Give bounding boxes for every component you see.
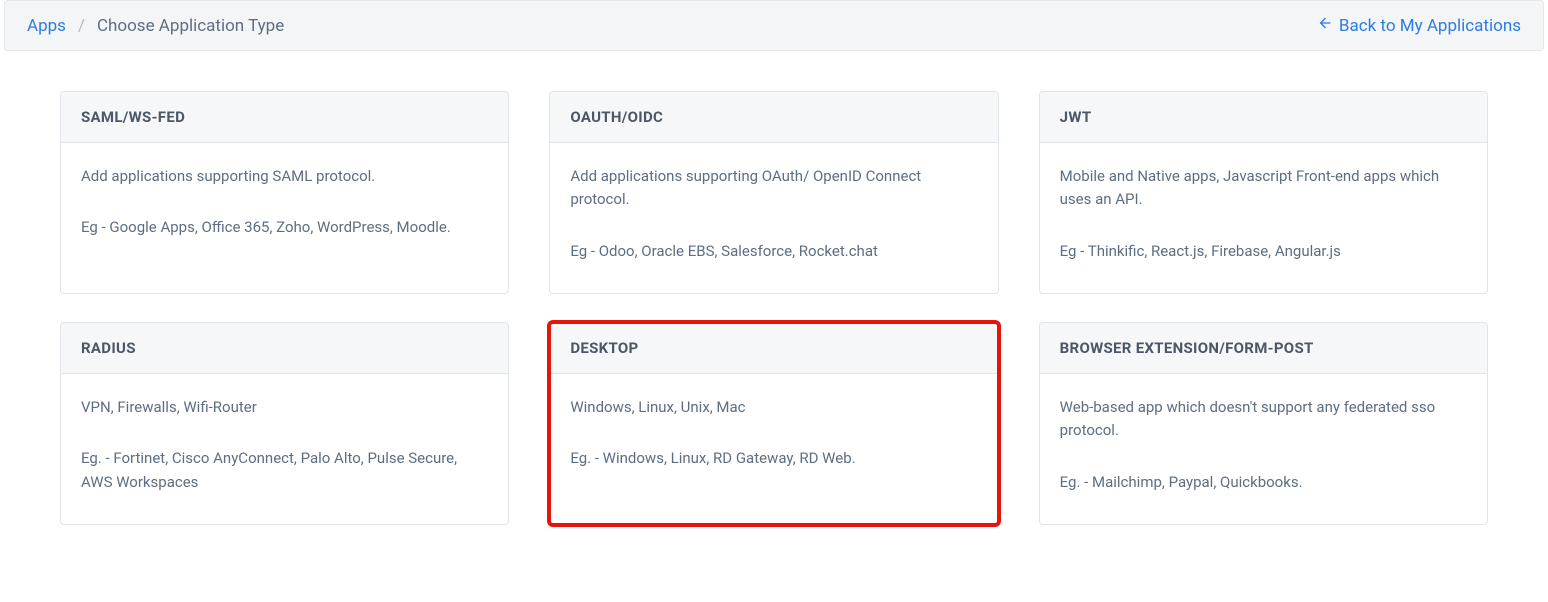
breadcrumb: Apps / Choose Application Type: [27, 16, 284, 36]
card-description: Mobile and Native apps, Javascript Front…: [1060, 165, 1467, 212]
card-body: Web-based app which doesn't support any …: [1040, 374, 1487, 524]
app-type-card[interactable]: BROWSER EXTENSION/FORM-POST Web-based app…: [1039, 322, 1488, 525]
card-description: Add applications supporting SAML protoco…: [81, 165, 488, 188]
app-type-card[interactable]: DESKTOP Windows, Linux, Unix, Mac Eg. - Wi…: [549, 322, 998, 525]
card-title: OAUTH/OIDC: [550, 92, 997, 143]
app-type-card[interactable]: SAML/WS-FED Add applications supporting S…: [60, 91, 509, 294]
back-to-applications-link[interactable]: Back to My Applications: [1317, 15, 1521, 36]
card-description: Add applications supporting OAuth/ OpenI…: [570, 165, 977, 212]
app-type-grid: SAML/WS-FED Add applications supporting S…: [60, 91, 1488, 525]
app-type-card[interactable]: JWT Mobile and Native apps, Javascript Fr…: [1039, 91, 1488, 294]
card-title: RADIUS: [61, 323, 508, 374]
card-body: Windows, Linux, Unix, Mac Eg. - Windows, …: [550, 374, 997, 524]
app-type-card[interactable]: OAUTH/OIDC Add applications supporting OA…: [549, 91, 998, 294]
card-example: Eg. - Windows, Linux, RD Gateway, RD Web…: [570, 447, 977, 470]
card-example: Eg - Google Apps, Office 365, Zoho, Word…: [81, 216, 488, 239]
card-example: Eg. - Fortinet, Cisco AnyConnect, Palo A…: [81, 447, 488, 494]
card-body: Add applications supporting SAML protoco…: [61, 143, 508, 293]
content-area: SAML/WS-FED Add applications supporting S…: [0, 51, 1548, 545]
card-title: BROWSER EXTENSION/FORM-POST: [1040, 323, 1487, 374]
card-example: Eg. - Mailchimp, Paypal, Quickbooks.: [1060, 471, 1467, 494]
card-body: Add applications supporting OAuth/ OpenI…: [550, 143, 997, 293]
app-type-card[interactable]: RADIUS VPN, Firewalls, Wifi-Router Eg. - F…: [60, 322, 509, 525]
breadcrumb-separator: /: [78, 16, 85, 36]
card-title: JWT: [1040, 92, 1487, 143]
card-body: VPN, Firewalls, Wifi-Router Eg. - Fortine…: [61, 374, 508, 524]
card-example: Eg - Thinkific, React.js, Firebase, Angu…: [1060, 240, 1467, 263]
card-title: SAML/WS-FED: [61, 92, 508, 143]
card-title: DESKTOP: [550, 323, 997, 374]
card-description: Web-based app which doesn't support any …: [1060, 396, 1467, 443]
back-link-label: Back to My Applications: [1339, 16, 1521, 36]
header-bar: Apps / Choose Application Type Back to M…: [4, 0, 1544, 51]
card-example: Eg - Odoo, Oracle EBS, Salesforce, Rocke…: [570, 240, 977, 263]
card-description: Windows, Linux, Unix, Mac: [570, 396, 977, 419]
card-description: VPN, Firewalls, Wifi-Router: [81, 396, 488, 419]
breadcrumb-root-link[interactable]: Apps: [27, 16, 66, 36]
breadcrumb-current: Choose Application Type: [97, 16, 284, 36]
card-body: Mobile and Native apps, Javascript Front…: [1040, 143, 1487, 293]
arrow-left-icon: [1317, 15, 1333, 36]
